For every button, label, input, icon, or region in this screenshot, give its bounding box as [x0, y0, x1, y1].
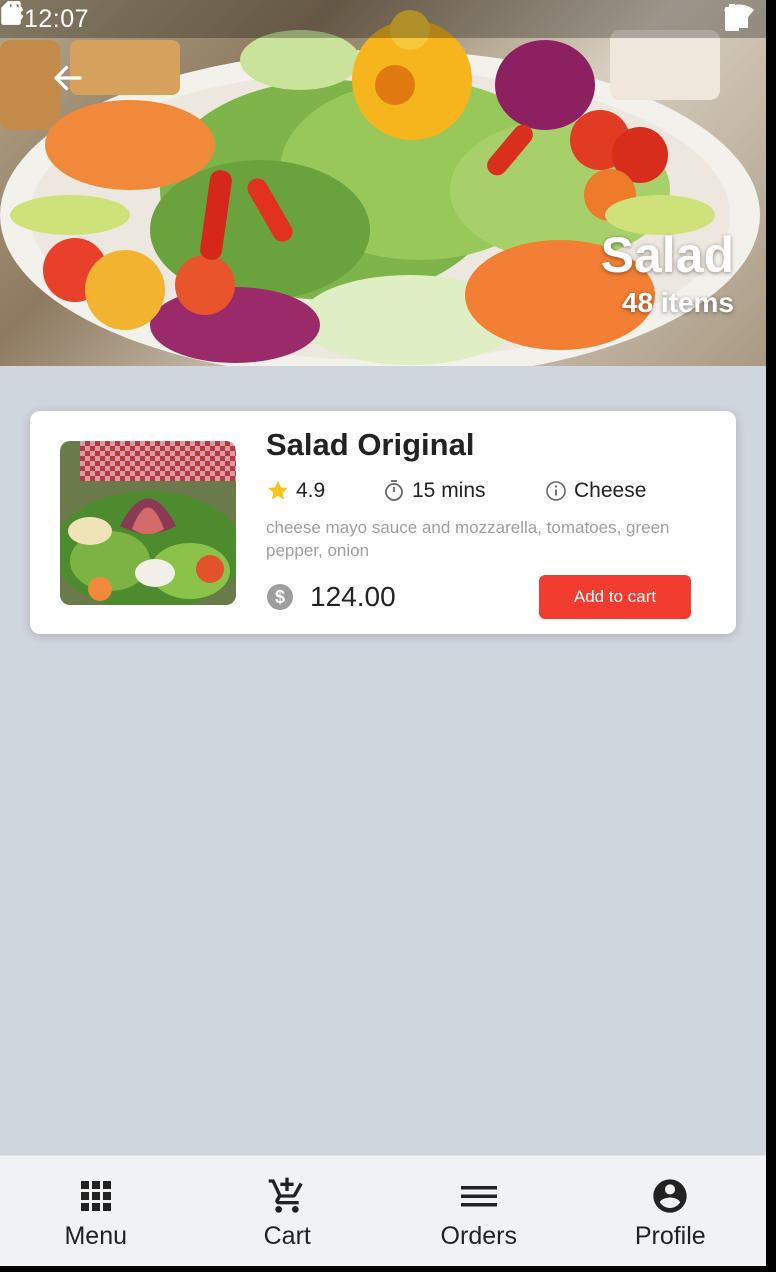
nav-label-orders: Orders: [440, 1222, 517, 1250]
dollar-icon: $: [267, 584, 293, 610]
item-description: cheese mayo sauce and mozzarella, tomato…: [266, 518, 670, 560]
nav-label-menu: Menu: [64, 1222, 128, 1250]
price-value: 124.00: [310, 581, 396, 612]
nav-label-profile: Profile: [634, 1222, 706, 1250]
item-tag: Cheese: [544, 479, 646, 503]
nav-item-menu[interactable]: Menu: [0, 1156, 192, 1266]
item-rating: 4.9: [266, 479, 325, 503]
tag-value: Cheese: [574, 479, 647, 502]
nav-item-profile[interactable]: Profile: [575, 1156, 767, 1266]
status-bar: 12:07: [0, 0, 766, 38]
nav-label-cart: Cart: [263, 1222, 311, 1250]
menu-item-card[interactable]: Salad Original 4.9 15 mins Cheese cheese…: [30, 411, 736, 634]
svg-text:$: $: [275, 587, 285, 607]
grid-icon: [80, 1176, 112, 1216]
status-time: 12:07: [24, 4, 90, 33]
arrow-back-icon: [54, 65, 82, 91]
item-name: Salad Original: [266, 427, 475, 462]
category-hero-image: 12:07 Salad 48 items: [0, 0, 766, 366]
star-icon: [268, 481, 288, 500]
category-item-count: 48 items: [621, 287, 734, 318]
back-button[interactable]: [50, 60, 100, 110]
add-to-cart-button[interactable]: Add to cart: [539, 575, 691, 619]
add-shopping-cart-icon: [267, 1176, 307, 1216]
item-prep-time: 15 mins: [382, 479, 486, 503]
info-icon: [546, 481, 566, 501]
item-price: $ 124.00: [266, 581, 396, 613]
account-circle-icon: [650, 1176, 690, 1216]
rating-value: 4.9: [296, 479, 326, 502]
app-screen: 12:07 Salad 48 items Salad Original 4.9 …: [0, 0, 766, 1266]
timer-icon: [385, 480, 403, 501]
item-thumbnail: [60, 441, 236, 605]
nav-item-cart[interactable]: Cart: [192, 1156, 384, 1266]
list-icon: [460, 1176, 497, 1216]
prep-time-value: 15 mins: [412, 479, 486, 502]
bottom-navigation: Menu Cart Orders Profile: [0, 1155, 766, 1266]
category-title: Salad: [600, 227, 734, 283]
nav-item-orders[interactable]: Orders: [383, 1156, 575, 1266]
